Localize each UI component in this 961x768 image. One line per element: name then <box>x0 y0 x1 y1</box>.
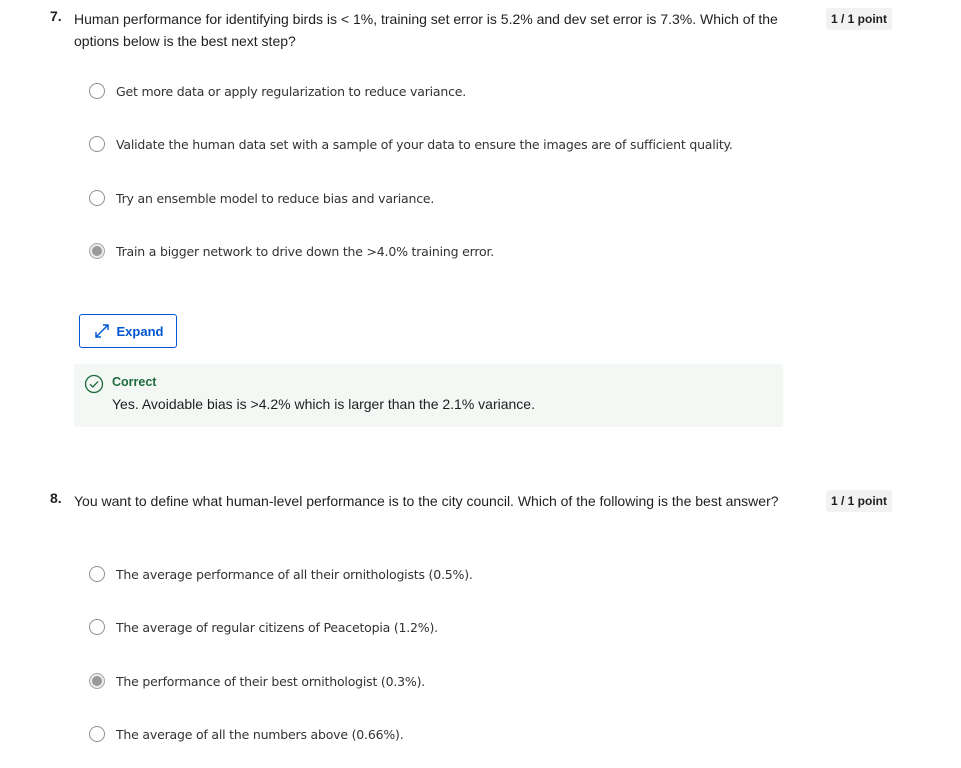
option-label: Train a bigger network to drive down the… <box>116 243 495 259</box>
option-label: Validate the human data set with a sampl… <box>116 136 733 152</box>
option-label: The average of regular citizens of Peace… <box>116 619 438 635</box>
question-number: 8. <box>50 490 62 506</box>
check-circle-icon <box>84 374 104 394</box>
feedback-text: Yes. Avoidable bias is >4.2% which is la… <box>112 396 535 412</box>
option-q8-4[interactable]: The average of all the numbers above (0.… <box>89 724 404 744</box>
option-q8-3[interactable]: The performance of their best ornitholog… <box>89 671 425 691</box>
expand-arrows-icon <box>94 324 109 338</box>
expand-button[interactable]: Expand <box>79 314 177 348</box>
radio-button-selected[interactable] <box>89 673 105 689</box>
radio-dot <box>92 246 102 256</box>
question-number: 7. <box>50 8 62 24</box>
radio-dot <box>92 676 102 686</box>
option-label: The average of all the numbers above (0.… <box>116 726 404 742</box>
radio-button[interactable] <box>89 726 105 742</box>
radio-button[interactable] <box>89 190 105 206</box>
option-q7-4[interactable]: Train a bigger network to drive down the… <box>89 241 494 261</box>
radio-button-selected[interactable] <box>89 243 105 259</box>
option-label: The average performance of all their orn… <box>116 566 473 582</box>
option-label: Get more data or apply regularization to… <box>116 83 467 99</box>
radio-button[interactable] <box>89 83 105 99</box>
feedback-status: Correct <box>112 375 157 389</box>
option-label: Try an ensemble model to reduce bias and… <box>116 190 435 206</box>
question-text: Human performance for identifying birds … <box>74 11 778 49</box>
expand-label: Expand <box>116 323 164 339</box>
option-q7-2[interactable]: Validate the human data set with a sampl… <box>89 134 733 154</box>
option-label: The performance of their best ornitholog… <box>116 673 426 689</box>
option-q7-1[interactable]: Get more data or apply regularization to… <box>89 81 466 101</box>
option-q8-2[interactable]: The average of regular citizens of Peace… <box>89 617 438 637</box>
radio-button[interactable] <box>89 566 105 582</box>
score-badge: 1 / 1 point <box>826 8 893 30</box>
option-q7-3[interactable]: Try an ensemble model to reduce bias and… <box>89 188 434 208</box>
option-q8-1[interactable]: The average performance of all their orn… <box>89 564 473 584</box>
question-text: You want to define what human-level perf… <box>74 493 779 509</box>
radio-button[interactable] <box>89 136 105 152</box>
radio-button[interactable] <box>89 619 105 635</box>
feedback-panel: Correct Yes. Avoidable bias is >4.2% whi… <box>74 364 783 427</box>
score-badge: 1 / 1 point <box>826 490 893 512</box>
